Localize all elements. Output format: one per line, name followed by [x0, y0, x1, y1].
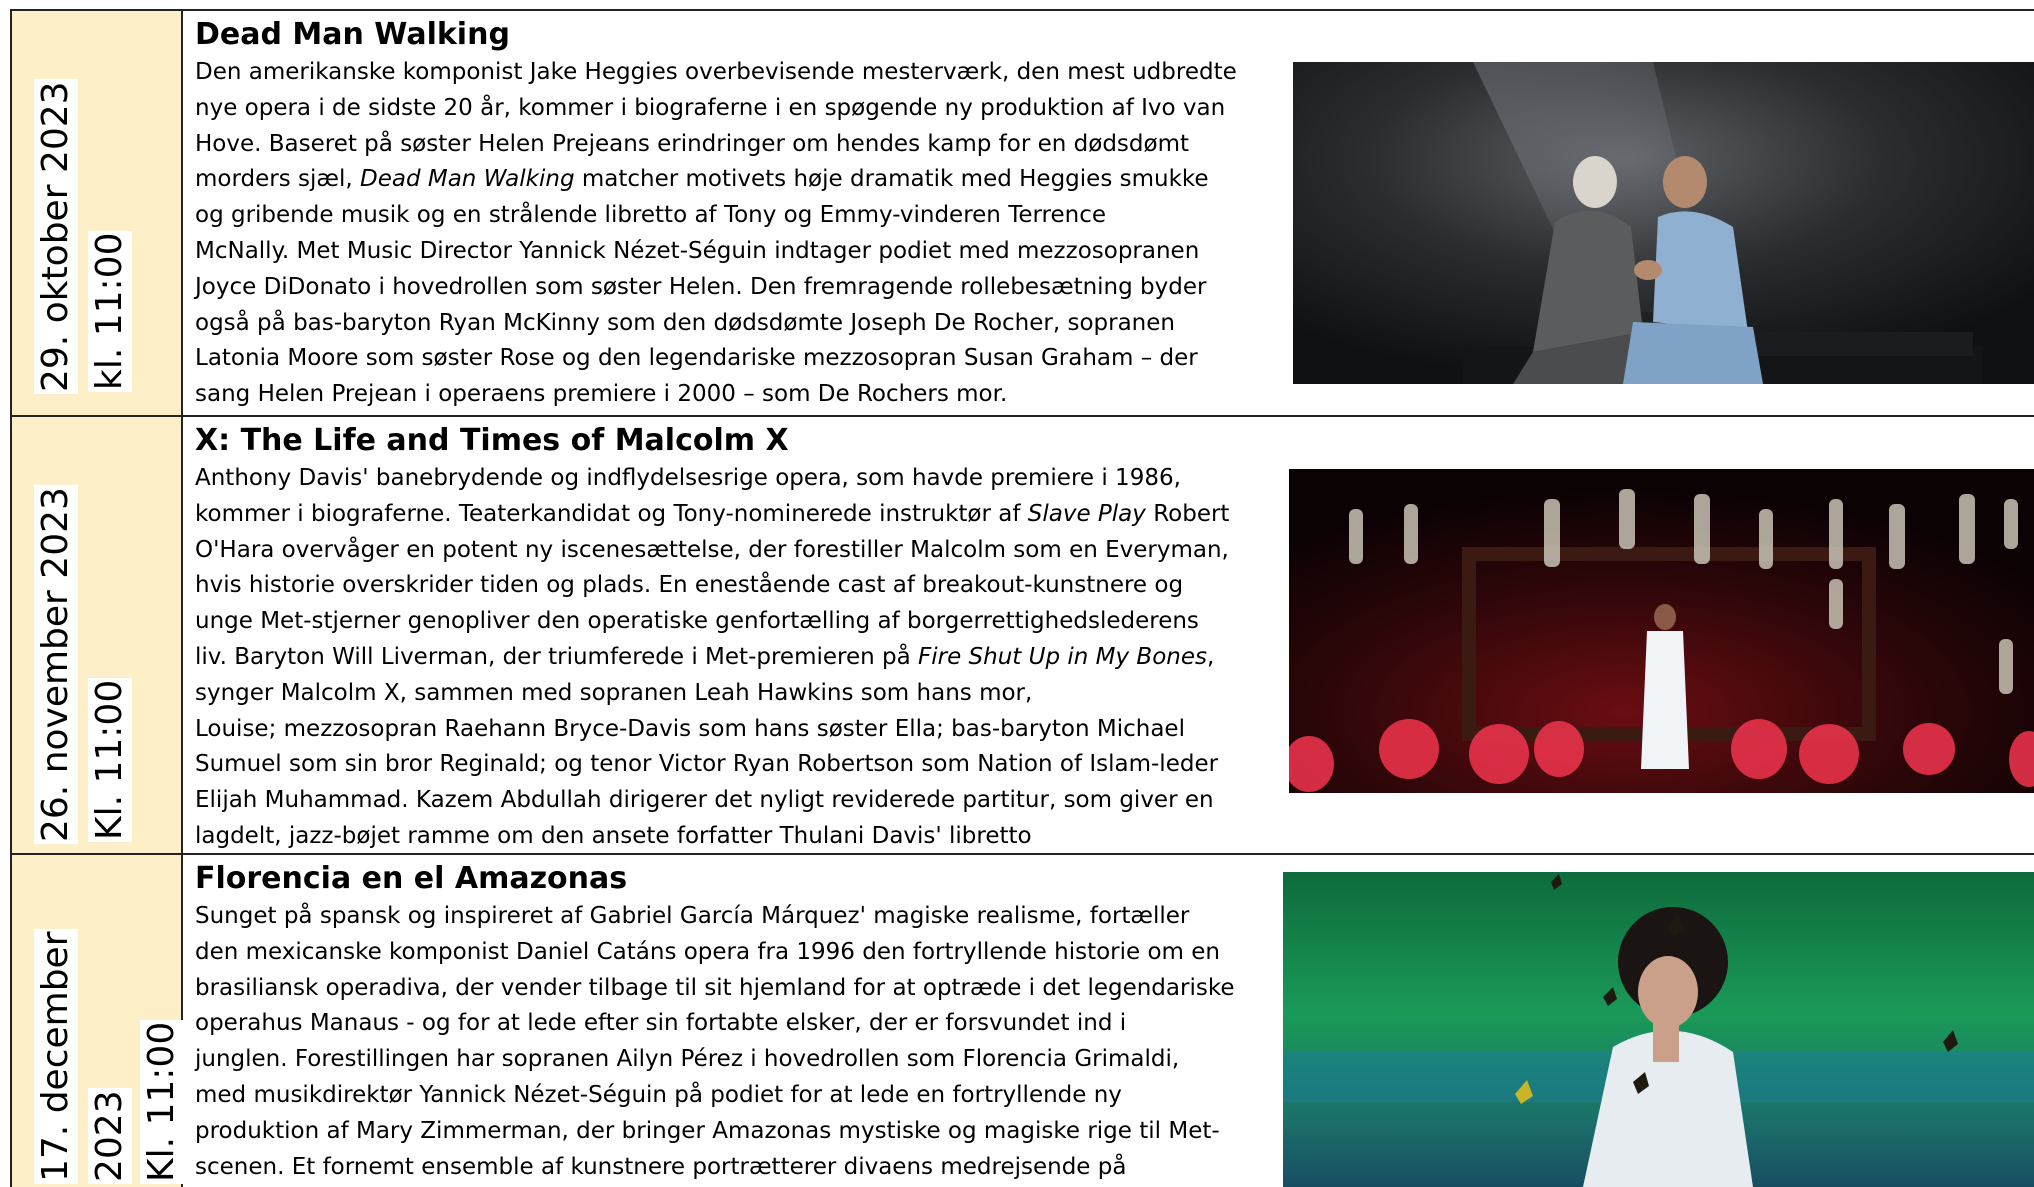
description-line: Joyce DiDonato i hovedrollen som søster … — [195, 273, 1207, 300]
event-description: Den amerikanske komponist Jake Heggies o… — [195, 55, 1265, 413]
description-line: McNally. Met Music Director Yannick Néze… — [195, 237, 1200, 264]
event-date: 2023 — [88, 1088, 132, 1184]
production-photo — [1289, 469, 2034, 793]
description-line: Anthony Davis' banebrydende og indflydel… — [195, 465, 1181, 491]
program-table: 29. oktober 2023 kl. 11:00 Dead Man Walk… — [0, 0, 2034, 1187]
description-line: Elijah Muhammad. Kazem Abdullah dirigere… — [195, 787, 1214, 814]
event-title: X: The Life and Times of Malcolm X — [195, 423, 789, 458]
description-line: og gribende musik og en strålende libret… — [195, 202, 1107, 229]
description-line: junglen. Forestillingen har sopranen Ail… — [195, 1046, 1180, 1073]
description-line: lagdelt, jazz-bøjet ramme om den ansete … — [195, 822, 1032, 849]
description-line: Latonia Moore som søster Rose og den leg… — [195, 345, 1198, 372]
description-line: unge Met-stjerner genopliver den operati… — [195, 608, 1199, 635]
event-time: Kl. 11:00 — [140, 1019, 184, 1184]
event-date: 17. december — [34, 929, 78, 1184]
description-text: matcher motivets høje dramatik med Heggi… — [574, 166, 1209, 193]
description-line: morders sjæl, Dead Man Walking matcher m… — [195, 162, 1265, 198]
event-time: kl. 11:00 — [88, 230, 132, 392]
row-divider — [10, 415, 2034, 417]
description-line: sang Helen Prejean i operaens premiere i… — [195, 381, 1008, 408]
production-photo — [1293, 62, 2034, 384]
description-line: hvis historie overskrider tiden og plads… — [195, 572, 1184, 599]
description-text: , — [1207, 643, 1215, 670]
production-photo — [1283, 872, 2034, 1187]
event-title: Dead Man Walking — [195, 17, 510, 52]
italic-work-title: Slave Play — [1027, 500, 1146, 527]
description-line: synger Malcolm X, sammen med sopranen Le… — [195, 679, 1033, 706]
description-line: produktion af Mary Zimmerman, der bringe… — [195, 1117, 1220, 1144]
event-date: 26. november 2023 — [34, 485, 78, 844]
description-line: nye opera i de sidste 20 år, kommer i bi… — [195, 94, 1226, 121]
stage-scene-image — [1289, 469, 2034, 793]
description-line: kommer i biograferne. Teaterkandidat og … — [195, 497, 1265, 533]
event-time: Kl. 11:00 — [88, 677, 132, 842]
description-text: morders sjæl, — [195, 166, 360, 193]
italic-work-title: Dead Man Walking — [360, 166, 575, 193]
description-line: liv. Baryton Will Liverman, der triumfer… — [195, 640, 1265, 676]
description-text: Robert — [1145, 500, 1230, 527]
description-text: liv. Baryton Will Liverman, der triumfer… — [195, 643, 919, 670]
stage-scene-image — [1283, 872, 2034, 1187]
event-content: Dead Man Walking Den amerikanske komponi… — [195, 15, 1265, 413]
description-line: Hove. Baseret på søster Helen Prejeans e… — [195, 130, 1190, 157]
column-divider — [181, 10, 183, 1187]
description-line: scenen. Et fornemt ensemble af kunstnere… — [195, 1153, 1127, 1180]
description-line: Sumuel som sin bror Reginald; og tenor V… — [195, 751, 1219, 778]
description-line: med musikdirektør Yannick Nézet-Séguin p… — [195, 1081, 1122, 1108]
event-date: 29. oktober 2023 — [34, 79, 78, 394]
description-line: Den amerikanske komponist Jake Heggies o… — [195, 59, 1237, 85]
stage-scene-image — [1293, 62, 2034, 384]
description-line: den mexicanske komponist Daniel Catáns o… — [195, 938, 1221, 965]
description-line: O'Hara overvåger en potent ny iscenesætt… — [195, 536, 1229, 563]
event-content: X: The Life and Times of Malcolm X Antho… — [195, 421, 1265, 855]
description-line: også på bas-baryton Ryan McKinny som den… — [195, 309, 1175, 336]
description-line: operahus Manaus - og for at lede efter s… — [195, 1010, 1127, 1037]
description-line: Louise; mezzosopran Raehann Bryce-Davis … — [195, 715, 1185, 742]
italic-work-title: Fire Shut Up in My Bones — [918, 643, 1207, 670]
event-title: Florencia en el Amazonas — [195, 861, 628, 896]
event-description: Sunget på spansk og inspireret af Gabrie… — [195, 899, 1265, 1185]
table-top-border — [10, 9, 2034, 11]
event-content: Florencia en el Amazonas Sunget på spans… — [195, 859, 1265, 1185]
description-text: kommer i biograferne. Teaterkandidat og … — [195, 500, 1028, 527]
event-description: Anthony Davis' banebrydende og indflydel… — [195, 461, 1265, 855]
description-line: brasiliansk operadiva, der vender tilbag… — [195, 974, 1235, 1001]
description-line: Sunget på spansk og inspireret af Gabrie… — [195, 903, 1190, 929]
